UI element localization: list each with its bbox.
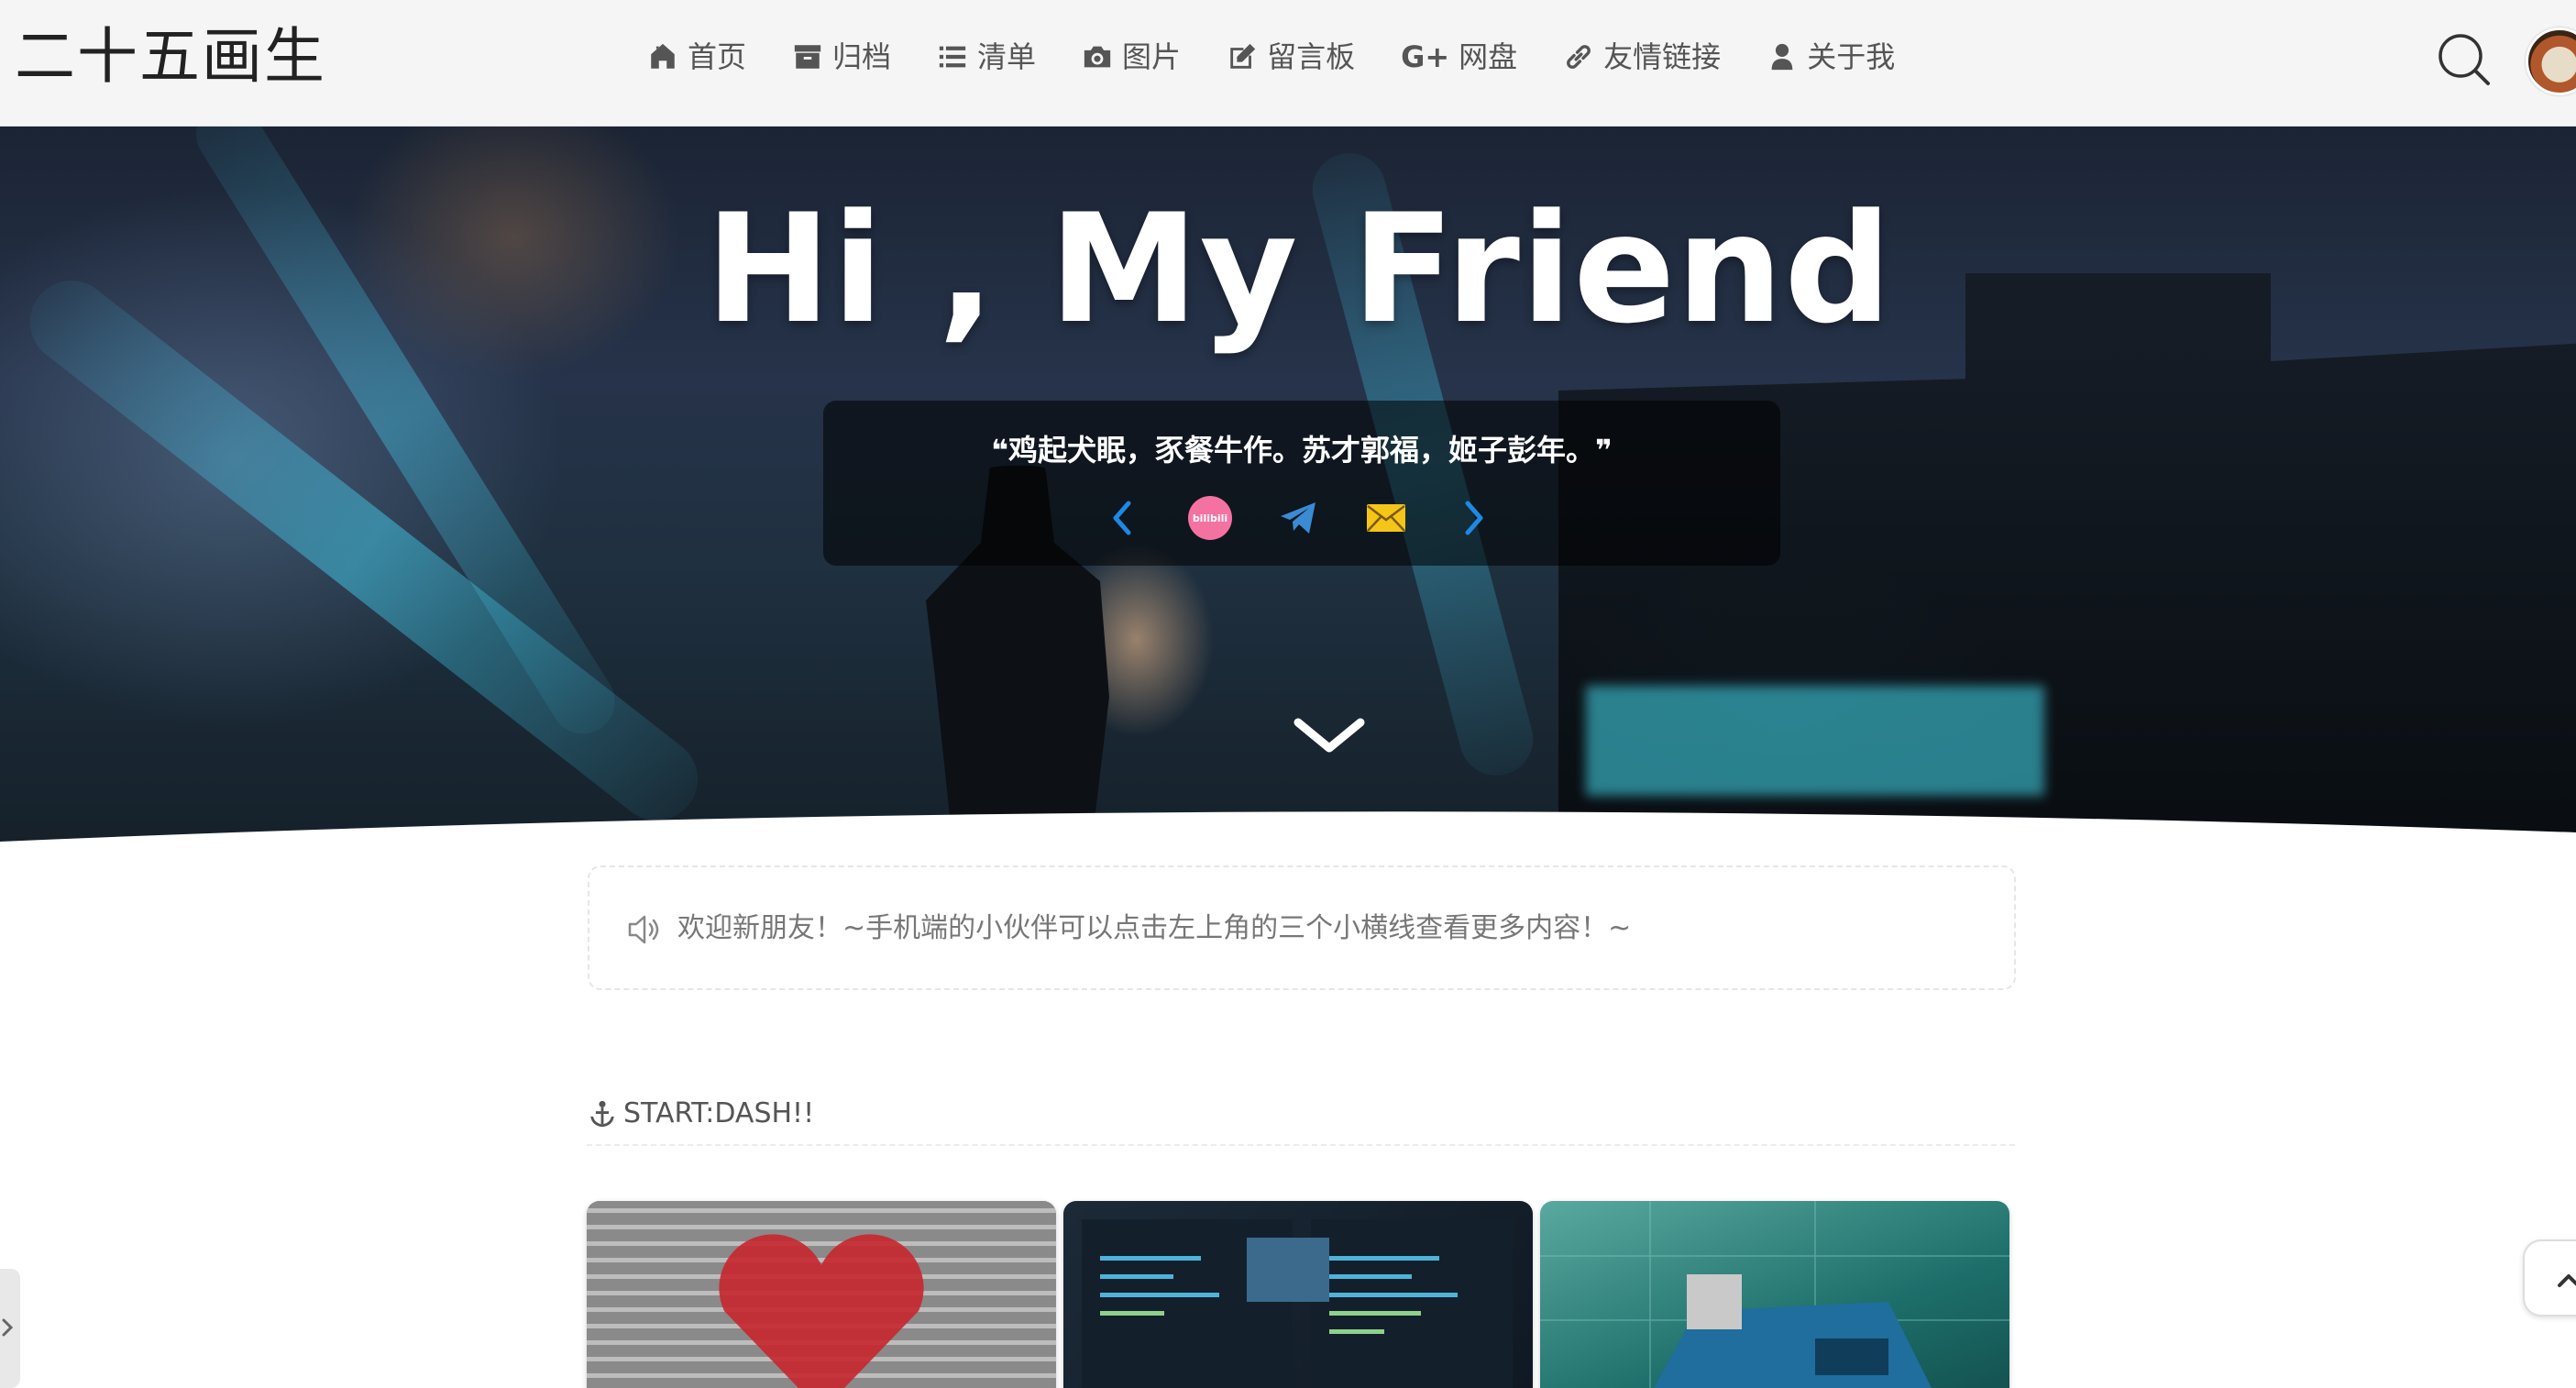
card-image-code-screen xyxy=(1082,1219,1513,1388)
nav-photos-label: 图片 xyxy=(1122,39,1182,74)
telegram-link[interactable] xyxy=(1271,490,1326,545)
open-quote-icon: ❝ xyxy=(991,433,1008,468)
next-button[interactable] xyxy=(1447,490,1502,545)
feature-card[interactable] xyxy=(1063,1201,1533,1388)
quote-text: ❝鸡起犬眠，豕餐牛作。苏才郭福，姬子彭年。❞ xyxy=(823,430,1780,470)
sidebar-toggle[interactable] xyxy=(0,1269,20,1388)
hero-title: Hi , My Friend xyxy=(705,182,1893,357)
feature-card[interactable] xyxy=(587,1201,1056,1388)
user-icon xyxy=(1771,43,1793,71)
main-nav: 首页 归档 清单 图片 留言板 G+ 网盘 友情链接 关于我 xyxy=(647,31,1941,83)
chevron-right-icon xyxy=(1465,501,1483,535)
nav-friend-links[interactable]: 友情链接 xyxy=(1563,31,1721,83)
nav-home[interactable]: 首页 xyxy=(647,31,746,83)
top-nav-bar: 二十五画生 首页 归档 清单 图片 留言板 G+ 网盘 友情链接 关于我 xyxy=(0,0,2576,127)
hero-banner: Hi , My Friend ❝鸡起犬眠，豕餐牛作。苏才郭福，姬子彭年。❞ bi… xyxy=(0,127,2576,851)
section-title-text: START:DASH!! xyxy=(623,1097,815,1129)
mail-icon xyxy=(1367,504,1405,532)
link-icon xyxy=(1567,45,1591,69)
bilibili-link[interactable]: bilibili xyxy=(1183,490,1238,545)
quote-card: ❝鸡起犬眠，豕餐牛作。苏才郭福，姬子彭年。❞ bilibili xyxy=(823,401,1780,566)
archive-icon xyxy=(794,45,821,69)
back-to-top-button[interactable] xyxy=(2523,1239,2576,1316)
chevron-right-small-icon xyxy=(2,1318,14,1337)
edit-icon xyxy=(1230,43,1256,69)
card-image-binary-heart xyxy=(587,1201,1056,1388)
search-icon[interactable] xyxy=(2435,30,2493,89)
feature-card[interactable] xyxy=(1540,1201,2009,1388)
quote-content: 鸡起犬眠，豕餐牛作。苏才郭福，姬子彭年。 xyxy=(1007,433,1595,468)
section-title: START:DASH!! xyxy=(587,1091,814,1137)
camera-icon xyxy=(1084,46,1111,68)
section-divider xyxy=(587,1144,2015,1146)
speaker-icon xyxy=(628,915,659,944)
site-title[interactable]: 二十五画生 xyxy=(15,20,326,94)
nav-list[interactable]: 清单 xyxy=(937,31,1036,83)
nav-archive[interactable]: 归档 xyxy=(792,31,891,83)
close-quote-icon: ❞ xyxy=(1595,433,1613,468)
nav-about-me[interactable]: 关于我 xyxy=(1767,31,1895,83)
nav-about-me-label: 关于我 xyxy=(1807,39,1896,74)
nav-cloud-drive-label: 网盘 xyxy=(1459,39,1518,74)
email-link[interactable] xyxy=(1359,490,1414,545)
nav-friend-links-label: 友情链接 xyxy=(1603,39,1722,74)
chevron-left-icon xyxy=(1113,501,1131,535)
home-icon xyxy=(651,43,675,69)
announcement-text: 欢迎新朋友！~手机端的小伙伴可以点击左上角的三个小横线查看更多内容！~ xyxy=(677,912,1632,944)
nav-list-label: 清单 xyxy=(977,39,1037,74)
prev-button[interactable] xyxy=(1095,490,1150,545)
telegram-icon xyxy=(1281,502,1316,534)
glow-screen xyxy=(1586,686,2044,796)
bilibili-icon: bilibili xyxy=(1188,496,1232,540)
avatar[interactable] xyxy=(2526,28,2576,95)
list-icon xyxy=(939,46,966,68)
anchor-icon xyxy=(590,1100,614,1128)
nav-archive-label: 归档 xyxy=(832,39,892,74)
social-links: bilibili xyxy=(823,490,1780,549)
card-image-arduino-board xyxy=(1540,1201,2009,1388)
nav-home-label: 首页 xyxy=(688,39,747,74)
scroll-down-icon[interactable] xyxy=(1293,713,1366,759)
hero-wave-divider xyxy=(0,811,2576,869)
nav-cloud-drive[interactable]: G+ 网盘 xyxy=(1401,31,1517,83)
announcement-bar: 欢迎新朋友！~手机端的小伙伴可以点击左上角的三个小横线查看更多内容！~ xyxy=(588,865,2016,990)
google-plus-icon: G+ xyxy=(1401,39,1450,74)
nav-guestbook-label: 留言板 xyxy=(1267,39,1356,74)
nav-photos[interactable]: 图片 xyxy=(1082,31,1181,83)
chevron-up-icon xyxy=(2558,1274,2576,1287)
nav-guestbook[interactable]: 留言板 xyxy=(1227,31,1355,83)
